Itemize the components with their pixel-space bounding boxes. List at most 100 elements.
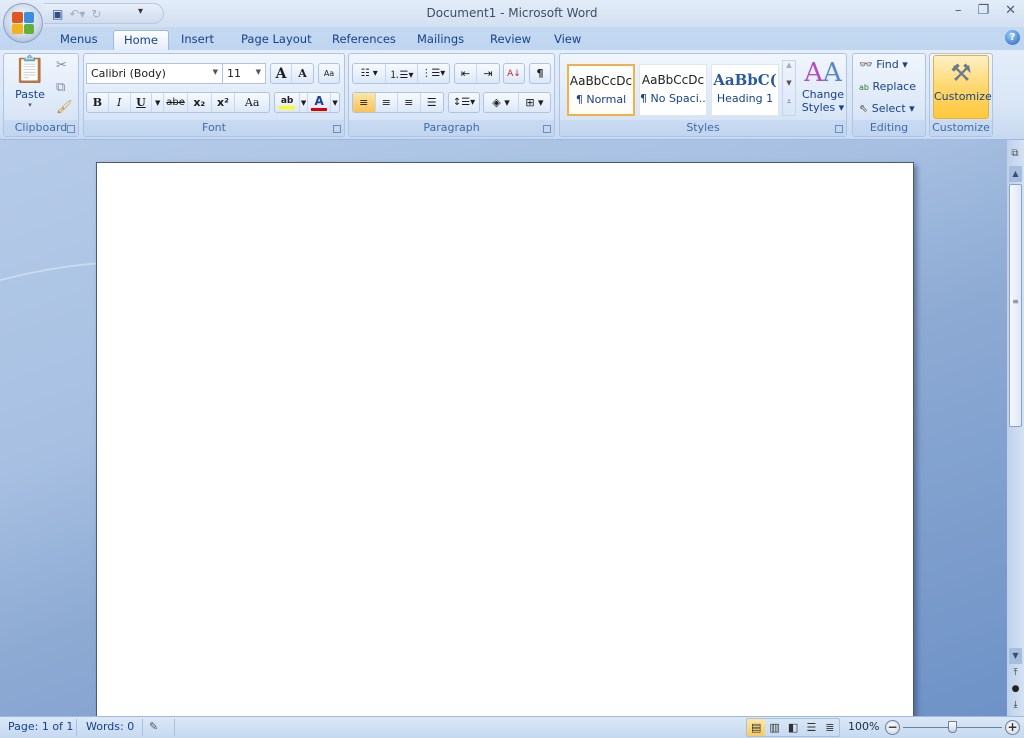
- restore-icon[interactable]: ❐: [977, 3, 989, 18]
- zoom-level[interactable]: 100%: [848, 720, 879, 733]
- next-page-icon[interactable]: ⤓: [1009, 700, 1022, 710]
- tab-insert[interactable]: Insert: [171, 30, 224, 50]
- tab-mailings[interactable]: Mailings: [407, 30, 474, 50]
- font-size-combo[interactable]: 11 ▼: [222, 63, 266, 84]
- subscript-button[interactable]: x₂: [188, 93, 212, 112]
- select-browse-object-icon[interactable]: ●: [1009, 684, 1022, 694]
- superscript-button[interactable]: x²: [212, 93, 236, 112]
- font-color-dropdown-icon[interactable]: ▼: [331, 93, 339, 112]
- format-painter-icon[interactable]: 🖌: [56, 100, 73, 115]
- redo-icon[interactable]: ↻: [91, 7, 101, 21]
- style-heading-1[interactable]: AaBbC( Heading 1: [711, 64, 779, 116]
- zoom-slider[interactable]: − +: [885, 720, 1020, 736]
- word-count[interactable]: Words: 0: [86, 720, 134, 733]
- style-name: Heading 1: [716, 92, 774, 105]
- tools-icon: ⚒: [950, 59, 972, 87]
- customize-group-label: Customize: [930, 120, 992, 136]
- style-no-spacing[interactable]: AaBbCcDc ¶ No Spaci...: [639, 64, 707, 116]
- styles-dialog-launcher-icon[interactable]: .: [835, 125, 843, 133]
- font-color-button[interactable]: A: [308, 93, 332, 112]
- save-icon[interactable]: ▣: [52, 7, 63, 21]
- styles-scroll-down-icon[interactable]: ▼: [783, 79, 795, 97]
- tab-references[interactable]: References: [322, 30, 406, 50]
- clipboard-dialog-launcher-icon[interactable]: .: [67, 125, 75, 133]
- scroll-up-icon[interactable]: ▲: [1009, 166, 1022, 182]
- justify-button[interactable]: ☰: [421, 93, 443, 112]
- cut-icon[interactable]: ✂: [56, 58, 67, 73]
- font-size-dropdown-icon[interactable]: ▼: [256, 68, 261, 76]
- view-ruler-icon[interactable]: ⧉: [1008, 148, 1022, 162]
- highlight-button[interactable]: ab: [275, 93, 301, 112]
- grow-font-button[interactable]: A: [271, 64, 293, 83]
- proofing-icon[interactable]: ✎: [149, 720, 158, 733]
- tab-review[interactable]: Review: [480, 30, 541, 50]
- font-name-dropdown-icon[interactable]: ▼: [213, 68, 218, 76]
- change-styles-button[interactable]: AA Change Styles ▾: [800, 58, 846, 114]
- font-dialog-launcher-icon[interactable]: .: [333, 125, 341, 133]
- tab-view[interactable]: View: [544, 30, 591, 50]
- select-button[interactable]: ⇖ Select ▾: [859, 102, 915, 115]
- change-case-button[interactable]: Aa: [235, 93, 269, 112]
- print-layout-icon[interactable]: ▤: [747, 719, 766, 736]
- italic-button[interactable]: I: [109, 93, 131, 112]
- change-styles-icon: AA: [804, 58, 842, 88]
- multilevel-list-button[interactable]: ⋮☰▾: [418, 64, 449, 83]
- web-layout-icon[interactable]: ◧: [784, 719, 802, 736]
- paragraph-dialog-launcher-icon[interactable]: .: [543, 125, 551, 133]
- copy-icon[interactable]: ⧉: [56, 80, 65, 95]
- bold-button[interactable]: B: [87, 93, 109, 112]
- minimize-icon[interactable]: –: [955, 3, 962, 18]
- full-screen-reading-icon[interactable]: ▥: [765, 719, 783, 736]
- scroll-thumb[interactable]: ≡: [1009, 184, 1022, 427]
- paragraph-group: ☷ ▾ ⒈☰▾ ⋮☰▾ ⇤ ⇥ A↓ ¶ ≡ ≡ ≡ ☰ ↕☰▾ ◈ ▾ ⊞ ▾…: [348, 53, 555, 137]
- page-count[interactable]: Page: 1 of 1: [8, 720, 73, 733]
- customize-button[interactable]: ⚒ Customize: [933, 55, 992, 119]
- outline-icon[interactable]: ☰: [802, 719, 820, 736]
- select-label: Select ▾: [871, 102, 915, 115]
- align-left-button[interactable]: ≡: [353, 93, 376, 112]
- previous-page-icon[interactable]: ⤒: [1009, 668, 1022, 678]
- show-formatting-button[interactable]: ¶: [530, 64, 550, 83]
- align-center-button[interactable]: ≡: [376, 93, 398, 112]
- vertical-scrollbar[interactable]: ⧉ ▲ ≡ ▼ ⤒ ● ⤓: [1007, 140, 1024, 716]
- zoom-thumb[interactable]: [948, 721, 957, 733]
- tab-home[interactable]: Home: [113, 30, 169, 50]
- line-spacing-button[interactable]: ↕☰▾: [449, 93, 479, 112]
- borders-button[interactable]: ⊞ ▾: [519, 93, 550, 112]
- scroll-down-icon[interactable]: ▼: [1009, 648, 1022, 664]
- strikethrough-button[interactable]: abe: [164, 93, 188, 112]
- help-icon[interactable]: ?: [1005, 30, 1020, 45]
- numbering-button[interactable]: ⒈☰▾: [386, 64, 418, 83]
- replace-button[interactable]: ab Replace: [859, 80, 916, 93]
- close-icon[interactable]: ✕: [1005, 3, 1016, 18]
- tab-page-layout[interactable]: Page Layout: [231, 30, 322, 50]
- document-page[interactable]: [96, 162, 914, 716]
- paste-dropdown-icon[interactable]: ▾: [8, 101, 52, 109]
- align-right-button[interactable]: ≡: [398, 93, 421, 112]
- draft-icon[interactable]: ≣: [821, 719, 839, 736]
- ribbon-tabs: Menus Home Insert Page Layout References…: [0, 27, 1024, 50]
- font-name-combo[interactable]: Calibri (Body) ▼: [86, 63, 223, 84]
- quick-access-toolbar: ▣ ↶▾ ↻: [44, 3, 164, 24]
- paste-button[interactable]: 📋 Paste ▾: [8, 56, 52, 118]
- style-normal[interactable]: AaBbCcDc ¶ Normal: [567, 64, 635, 116]
- styles-more-icon[interactable]: ⩡: [783, 97, 795, 115]
- clear-formatting-button[interactable]: Aa: [319, 64, 339, 83]
- increase-indent-button[interactable]: ⇥: [477, 64, 499, 83]
- find-button[interactable]: 👓 Find ▾: [859, 58, 908, 71]
- sort-button[interactable]: A↓: [504, 64, 524, 83]
- zoom-out-icon[interactable]: −: [885, 720, 900, 735]
- shrink-font-button[interactable]: A: [292, 64, 313, 83]
- office-button[interactable]: [3, 3, 43, 43]
- highlight-dropdown-icon[interactable]: ▼: [300, 93, 308, 112]
- tab-menus[interactable]: Menus: [50, 30, 108, 50]
- styles-scroll-up-icon[interactable]: ▲: [783, 61, 795, 79]
- zoom-in-icon[interactable]: +: [1005, 720, 1020, 735]
- underline-dropdown-icon[interactable]: ▼: [152, 93, 165, 112]
- bullets-button[interactable]: ☷ ▾: [353, 64, 387, 83]
- shading-button[interactable]: ◈ ▾: [484, 93, 519, 112]
- undo-icon[interactable]: ↶▾: [69, 7, 85, 21]
- qat-dropdown-icon[interactable]: ▾: [138, 6, 143, 17]
- decrease-indent-button[interactable]: ⇤: [455, 64, 478, 83]
- underline-button[interactable]: U: [131, 93, 153, 112]
